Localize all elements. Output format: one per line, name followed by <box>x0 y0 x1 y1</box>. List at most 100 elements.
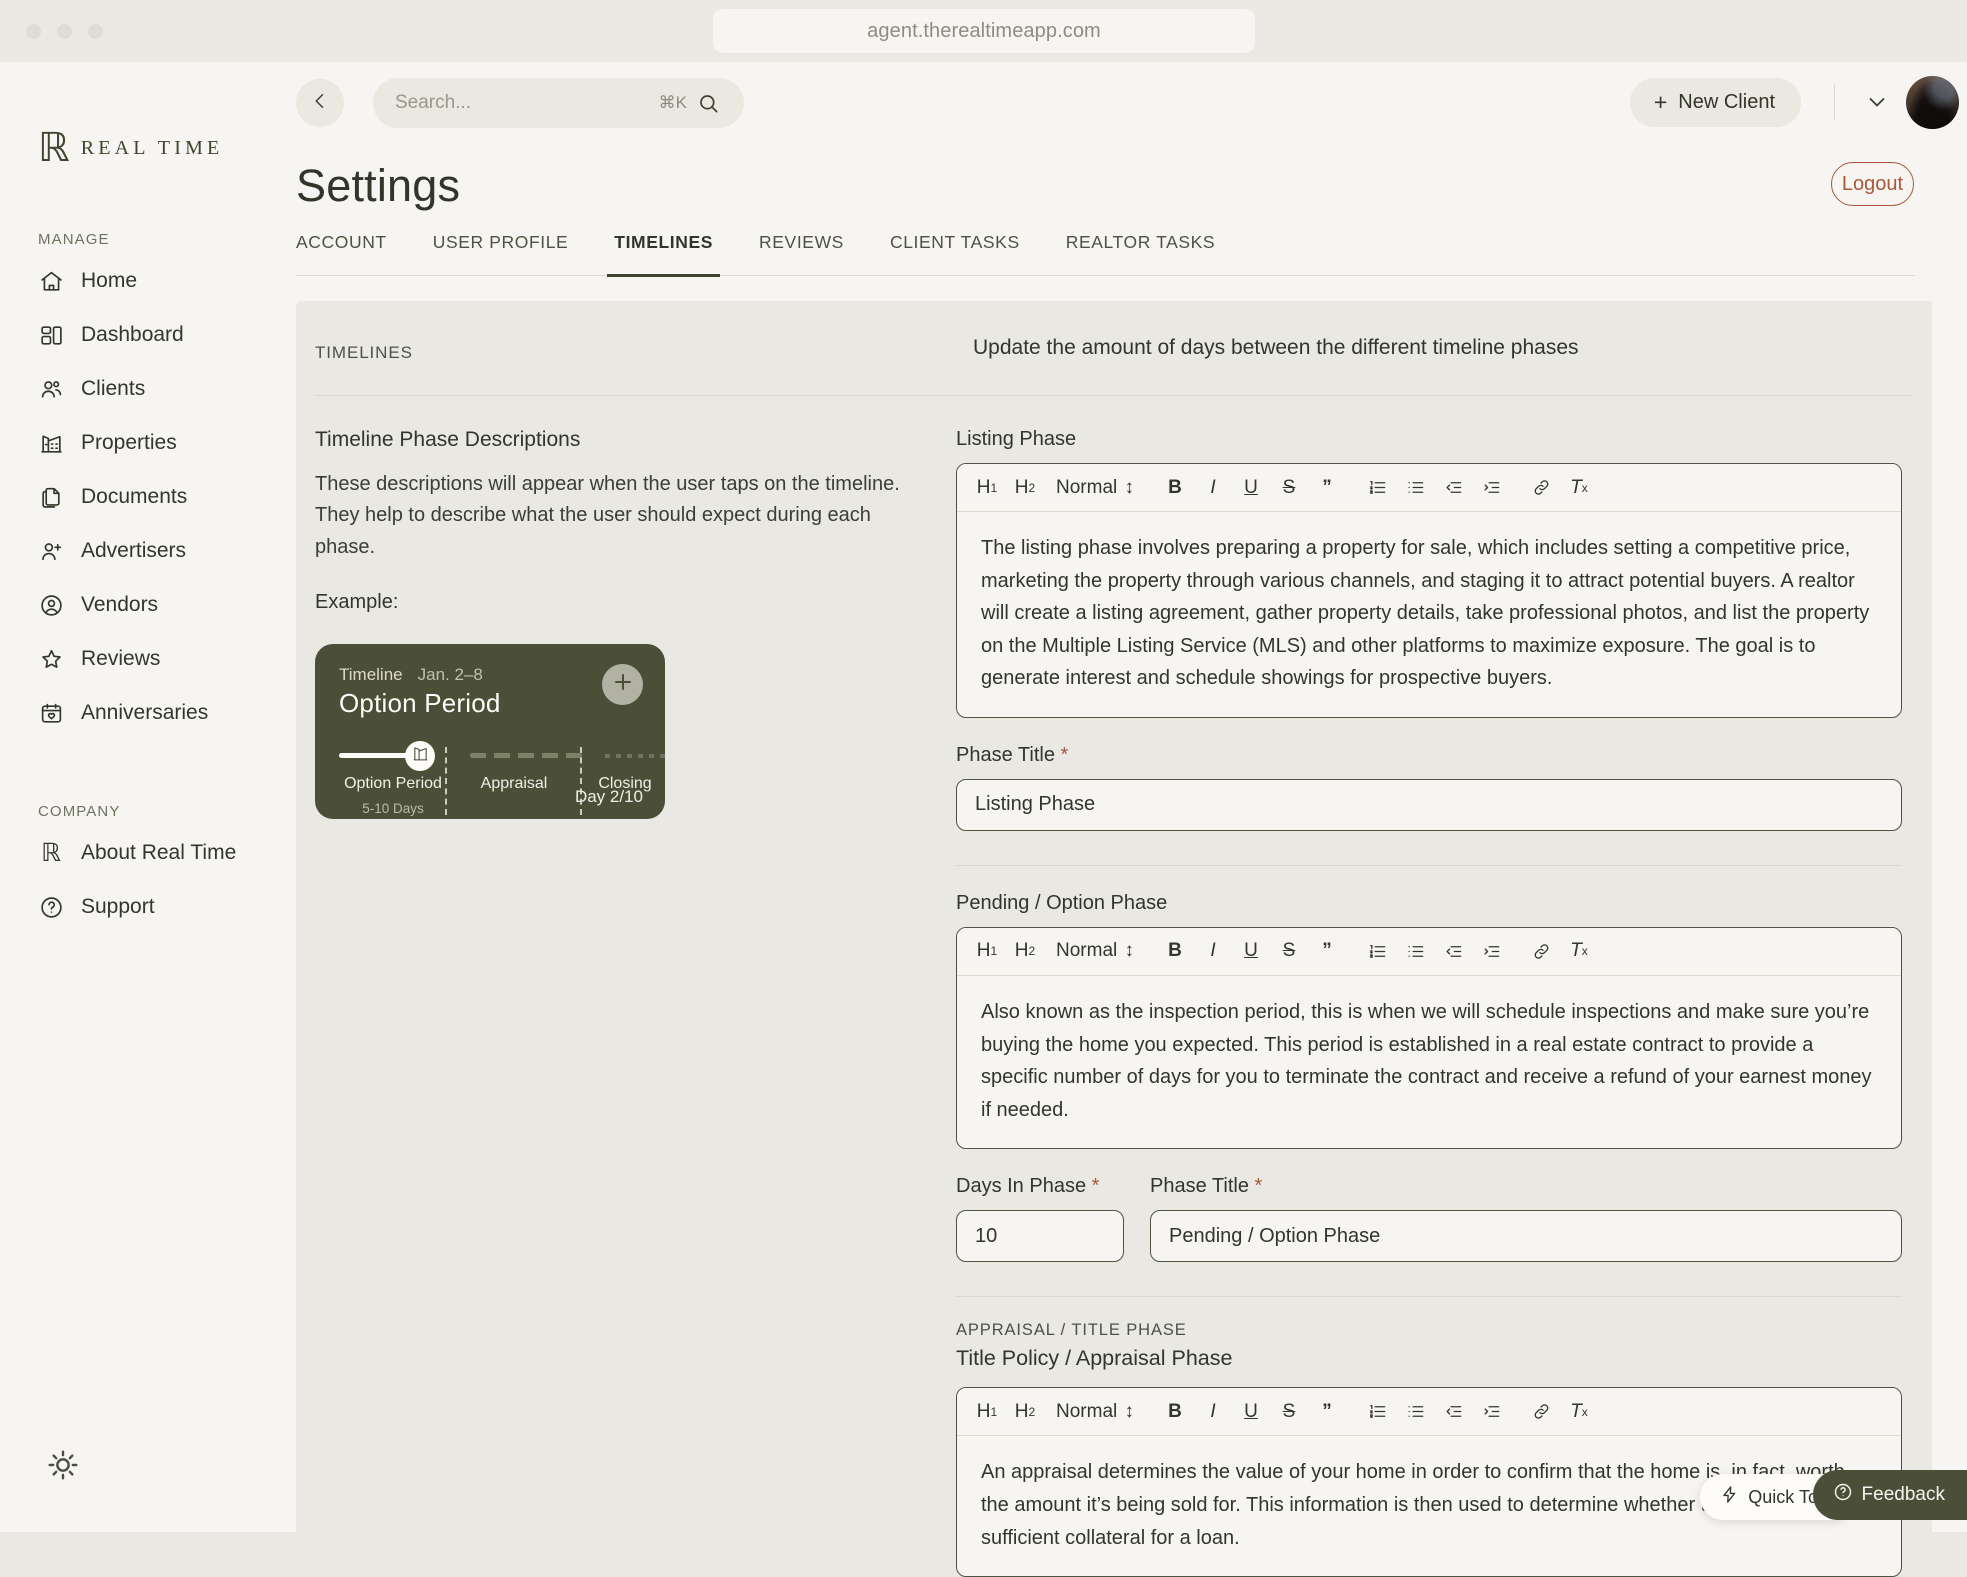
sidebar-item-about-real-time[interactable]: ℝ About Real Time <box>0 826 296 880</box>
bullet-list-button[interactable] <box>1397 471 1433 505</box>
underline-button[interactable]: U <box>1233 934 1269 968</box>
url-bar[interactable]: agent.therealtimeapp.com <box>713 9 1255 53</box>
timeline-day-counter: Day 2/10 <box>574 787 643 807</box>
tab-user-profile[interactable]: USER PROFILE <box>433 232 569 275</box>
format-select[interactable]: Normal ↕ <box>1045 934 1143 968</box>
tab-realtor-tasks[interactable]: REALTOR TASKS <box>1066 232 1215 275</box>
strikethrough-button[interactable]: S <box>1271 471 1307 505</box>
theme-toggle-button[interactable] <box>46 1448 80 1482</box>
logout-button[interactable]: Logout <box>1831 162 1914 206</box>
outdent-button[interactable] <box>1435 1395 1471 1429</box>
logout-label: Logout <box>1841 172 1904 195</box>
sidebar-item-dashboard[interactable]: Dashboard <box>0 308 296 362</box>
card-body: Timeline Phase Descriptions These descri… <box>296 396 1932 1577</box>
updown-chevron-icon: ↕ <box>1124 476 1135 498</box>
brand-logo[interactable]: ℝ REAL TIME <box>0 62 296 168</box>
timeline-phase-label: Option Period <box>344 775 442 793</box>
tab-client-tasks[interactable]: CLIENT TASKS <box>890 232 1020 275</box>
search-icon[interactable] <box>697 92 744 115</box>
sidebar-item-home[interactable]: Home <box>0 254 296 308</box>
bold-button[interactable]: B <box>1157 1395 1193 1429</box>
pending-phase-text[interactable]: Also known as the inspection period, thi… <box>957 976 1901 1148</box>
outdent-button[interactable] <box>1435 934 1471 968</box>
blockquote-button[interactable]: ” <box>1309 1395 1345 1429</box>
underline-button[interactable]: U <box>1233 471 1269 505</box>
appraisal-phase-heading: Title Policy / Appraisal Phase <box>956 1346 1233 1371</box>
link-button[interactable] <box>1523 471 1559 505</box>
link-button[interactable] <box>1523 934 1559 968</box>
sidebar-item-advertisers[interactable]: Advertisers <box>0 524 296 578</box>
strikethrough-button[interactable]: S <box>1271 1395 1307 1429</box>
required-marker: * <box>1091 1175 1100 1198</box>
ordered-list-button[interactable] <box>1359 1395 1395 1429</box>
tab-reviews[interactable]: REVIEWS <box>759 232 844 275</box>
italic-button[interactable]: I <box>1195 934 1231 968</box>
window-traffic-lights[interactable] <box>26 24 103 39</box>
sidebar-item-anniversaries[interactable]: Anniversaries <box>0 686 296 740</box>
clear-format-button[interactable]: Tx <box>1561 471 1597 505</box>
italic-button[interactable]: I <box>1195 1395 1231 1429</box>
indent-button[interactable] <box>1473 934 1509 968</box>
sidebar-item-support[interactable]: Support <box>0 880 296 934</box>
settings-page: Settings Logout ACCOUNT USER PROFILE TIM… <box>296 136 1967 1577</box>
sidebar-item-reviews[interactable]: Reviews <box>0 632 296 686</box>
tab-account[interactable]: ACCOUNT <box>296 232 387 275</box>
indent-button[interactable] <box>1473 471 1509 505</box>
timeline-add-button[interactable] <box>602 664 643 706</box>
minimize-window-button[interactable] <box>57 24 72 39</box>
maximize-window-button[interactable] <box>88 24 103 39</box>
pending-phase-editor[interactable]: H1 H2 Normal ↕ B I U S ” T x Also known … <box>956 926 1902 1150</box>
back-button[interactable] <box>296 79 344 127</box>
link-button[interactable] <box>1523 1395 1559 1429</box>
bold-button[interactable]: B <box>1157 471 1193 505</box>
feedback-button[interactable]: Feedback <box>1812 1470 1967 1520</box>
listing-phase-text[interactable]: The listing phase involves preparing a p… <box>957 512 1901 717</box>
strikethrough-button[interactable]: S <box>1271 934 1307 968</box>
pending-phase-title-input[interactable] <box>1150 1210 1902 1263</box>
sidebar-item-documents[interactable]: Documents <box>0 470 296 524</box>
h2-button[interactable]: H2 <box>1007 934 1043 968</box>
sidebar-item-properties[interactable]: Properties <box>0 416 296 470</box>
sidebar-item-vendors[interactable]: Vendors <box>0 578 296 632</box>
sidebar-item-clients[interactable]: Clients <box>0 362 296 416</box>
underline-button[interactable]: U <box>1233 1395 1269 1429</box>
days-in-phase-input[interactable] <box>956 1210 1124 1263</box>
listing-phase-title-input[interactable] <box>956 778 1902 831</box>
outdent-button[interactable] <box>1435 471 1471 505</box>
blockquote-button[interactable]: ” <box>1309 471 1345 505</box>
close-window-button[interactable] <box>26 24 41 39</box>
search-placeholder: Search... <box>395 92 472 113</box>
clear-format-button[interactable]: Tx <box>1561 1395 1597 1429</box>
pending-phase-heading: Pending / Option Phase <box>956 891 1168 914</box>
updown-chevron-icon: ↕ <box>1124 1400 1135 1422</box>
h1-button[interactable]: H1 <box>969 471 1005 505</box>
clear-format-button[interactable]: Tx <box>1561 934 1597 968</box>
bullet-list-button[interactable] <box>1397 1395 1433 1429</box>
indent-button[interactable] <box>1473 1395 1509 1429</box>
ordered-list-button[interactable] <box>1359 471 1395 505</box>
timeline-progress-track <box>339 741 671 816</box>
search-input[interactable]: Search... ⌘K <box>373 78 744 128</box>
h1-button[interactable]: H1 <box>969 1395 1005 1429</box>
bold-button[interactable]: B <box>1157 934 1193 968</box>
format-select[interactable]: Normal ↕ <box>1045 471 1143 505</box>
blockquote-button[interactable]: ” <box>1309 934 1345 968</box>
italic-button[interactable]: I <box>1195 471 1231 505</box>
format-select[interactable]: Normal ↕ <box>1045 1395 1143 1429</box>
tab-timelines[interactable]: TIMELINES <box>607 232 720 277</box>
h2-button[interactable]: H2 <box>1007 1395 1043 1429</box>
timeline-phase-label: Appraisal <box>480 775 548 793</box>
home-icon <box>38 268 64 294</box>
account-menu-button[interactable] <box>1865 90 1889 119</box>
required-marker: * <box>1060 743 1069 766</box>
ordered-list-button[interactable] <box>1359 934 1395 968</box>
brand-name: REAL TIME <box>80 136 224 159</box>
h2-button[interactable]: H2 <box>1007 471 1043 505</box>
h1-button[interactable]: H1 <box>969 934 1005 968</box>
new-client-button[interactable]: + New Client <box>1629 78 1801 127</box>
timeline-progress-knob[interactable] <box>405 741 435 772</box>
bullet-list-button[interactable] <box>1397 934 1433 968</box>
avatar[interactable] <box>1906 76 1959 129</box>
listing-phase-editor[interactable]: H1 H2 Normal ↕ B I U S ” T x The listing… <box>956 463 1902 718</box>
plus-icon <box>611 670 635 699</box>
